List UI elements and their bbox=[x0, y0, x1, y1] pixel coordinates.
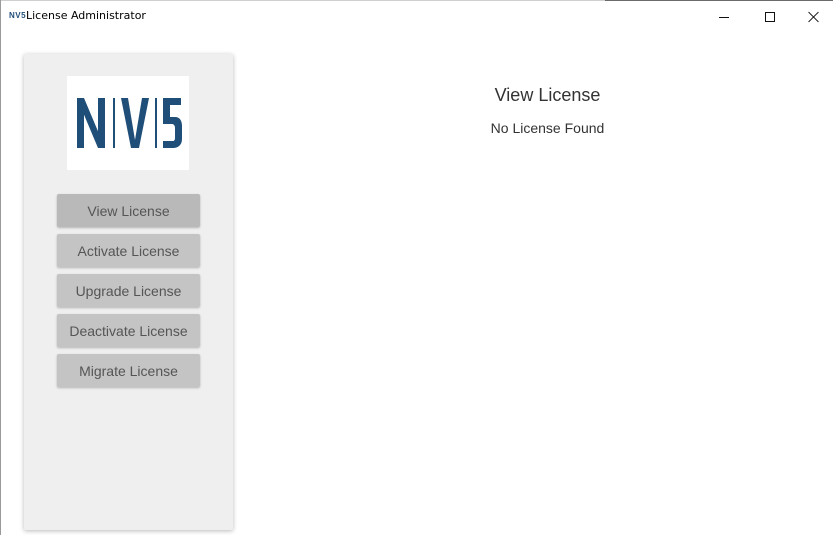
app-window: NV5 License Administrator View License A… bbox=[0, 0, 833, 535]
window-title: License Administrator bbox=[26, 9, 146, 22]
deactivate-license-button[interactable]: Deactivate License bbox=[57, 314, 200, 347]
license-status-text: No License Found bbox=[490, 120, 605, 136]
close-button[interactable] bbox=[793, 2, 833, 32]
close-icon bbox=[808, 11, 820, 23]
maximize-icon bbox=[765, 12, 775, 22]
maximize-button[interactable] bbox=[747, 2, 793, 32]
minimize-button[interactable] bbox=[701, 2, 747, 32]
nv5-logo bbox=[67, 76, 189, 170]
sidebar: View License Activate License Upgrade Li… bbox=[24, 54, 233, 530]
view-license-button[interactable]: View License bbox=[57, 194, 200, 227]
nv5-logo-icon bbox=[77, 98, 182, 148]
minimize-icon bbox=[719, 16, 729, 18]
title-bar[interactable]: NV5 License Administrator bbox=[1, 1, 833, 32]
nv5-app-icon: NV5 bbox=[9, 11, 27, 20]
migrate-license-button[interactable]: Migrate License bbox=[57, 354, 200, 387]
upgrade-license-button[interactable]: Upgrade License bbox=[57, 274, 200, 307]
activate-license-button[interactable]: Activate License bbox=[57, 234, 200, 267]
page-title: View License bbox=[494, 85, 601, 105]
